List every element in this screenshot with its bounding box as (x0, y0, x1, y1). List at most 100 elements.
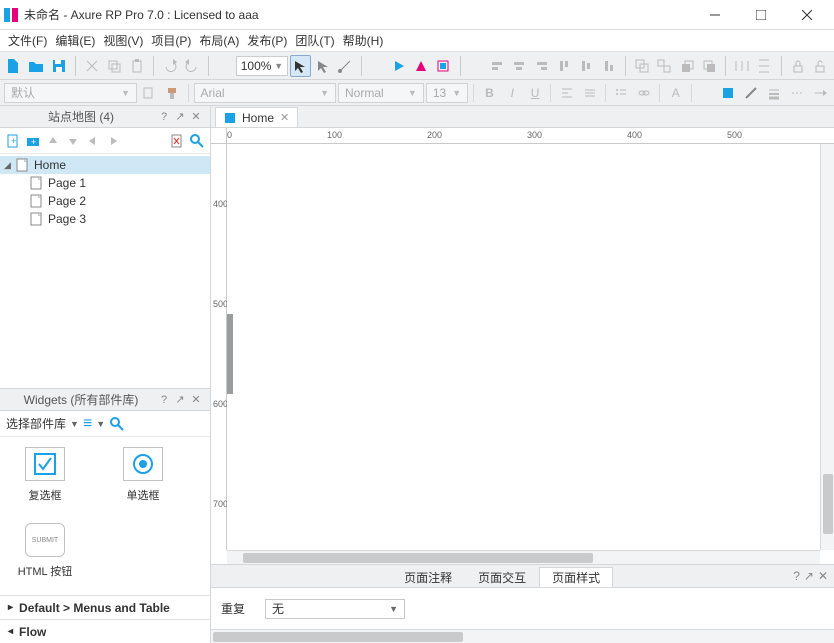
style-copy-button[interactable] (139, 82, 160, 104)
expand-icon[interactable]: ↗ (172, 109, 188, 125)
indent-button[interactable] (104, 132, 122, 150)
help-icon[interactable]: ? (793, 569, 800, 583)
scrollbar-thumb[interactable] (213, 632, 463, 642)
maximize-button[interactable] (738, 1, 784, 29)
widget-checkbox[interactable]: 复选框 (10, 447, 80, 503)
font-weight-combo[interactable]: Normal▼ (338, 83, 424, 103)
expand-icon[interactable]: ↗ (804, 569, 814, 583)
scrollbar-thumb[interactable] (243, 553, 593, 563)
format-painter-button[interactable] (162, 82, 183, 104)
menu-publish[interactable]: 发布(P) (243, 30, 291, 51)
panel-splitter[interactable] (227, 314, 233, 394)
close-panel-icon[interactable]: ✕ (188, 392, 204, 408)
align-left-button[interactable] (487, 55, 507, 77)
move-down-button[interactable] (64, 132, 82, 150)
ruler-horizontal[interactable]: 0 100 200 300 400 500 (227, 128, 834, 144)
scrollbar-thumb[interactable] (823, 474, 833, 534)
align-right-button[interactable] (532, 55, 552, 77)
tree-page-1[interactable]: Page 1 (0, 174, 210, 192)
align-top-button[interactable] (554, 55, 574, 77)
dropdown-icon[interactable]: ▼ (70, 419, 79, 429)
menu-project[interactable]: 项目(P) (147, 30, 195, 51)
paste-button[interactable] (126, 55, 146, 77)
menu-icon[interactable]: ≡ (83, 415, 92, 433)
scrollbar-horizontal[interactable] (227, 550, 820, 564)
italic-button[interactable]: I (502, 82, 523, 104)
scrollbar-vertical[interactable] (820, 144, 834, 550)
style-preset-combo[interactable]: 默认▼ (4, 83, 137, 103)
text-align-button[interactable] (556, 82, 577, 104)
tab-page-interactions[interactable]: 页面交互 (465, 567, 539, 587)
new-file-button[interactable] (4, 55, 24, 77)
preview-button[interactable] (389, 55, 409, 77)
tree-page-2[interactable]: Page 2 (0, 192, 210, 210)
close-tab-icon[interactable]: ✕ (280, 111, 289, 124)
redo-button[interactable] (182, 55, 202, 77)
distribute-h-button[interactable] (732, 55, 752, 77)
tree-home[interactable]: ◢ Home (0, 156, 210, 174)
vertical-align-button[interactable] (579, 82, 600, 104)
open-file-button[interactable] (26, 55, 46, 77)
bullets-button[interactable] (611, 82, 632, 104)
library-selector[interactable]: 选择部件库 (6, 415, 66, 432)
tab-home[interactable]: Home ✕ (215, 107, 298, 127)
save-button[interactable] (49, 55, 69, 77)
section-flow[interactable]: ◂Flow (0, 619, 210, 643)
help-icon[interactable]: ? (156, 109, 172, 125)
menu-help[interactable]: 帮助(H) (339, 30, 388, 51)
outdent-button[interactable] (84, 132, 102, 150)
dropdown-icon[interactable]: ▼ (96, 419, 105, 429)
canvas[interactable] (227, 144, 820, 550)
search-sitemap-button[interactable] (188, 132, 206, 150)
back-button[interactable] (699, 55, 719, 77)
ungroup-button[interactable] (654, 55, 674, 77)
line-button[interactable] (741, 82, 762, 104)
unlock-button[interactable] (810, 55, 830, 77)
link-button[interactable] (634, 82, 655, 104)
tree-page-3[interactable]: Page 3 (0, 210, 210, 228)
front-button[interactable] (676, 55, 696, 77)
align-center-button[interactable] (509, 55, 529, 77)
menu-edit[interactable]: 编辑(E) (51, 30, 99, 51)
menu-file[interactable]: 文件(F) (4, 30, 51, 51)
tab-page-style[interactable]: 页面样式 (539, 567, 613, 587)
align-bottom-button[interactable] (599, 55, 619, 77)
widget-html-button[interactable]: SUBMIT HTML 按钮 (10, 523, 80, 579)
connector-button[interactable] (335, 55, 355, 77)
copy-button[interactable] (104, 55, 124, 77)
ruler-vertical[interactable]: 400 500 600 700 (211, 144, 227, 550)
search-widgets-button[interactable] (109, 416, 125, 432)
add-folder-button[interactable]: + (24, 132, 42, 150)
fill-button[interactable] (718, 82, 739, 104)
align-middle-button[interactable] (576, 55, 596, 77)
group-button[interactable] (632, 55, 652, 77)
share-button[interactable] (411, 55, 431, 77)
select-contained-button[interactable] (313, 55, 333, 77)
publish-button[interactable] (433, 55, 453, 77)
line-width-button[interactable] (764, 82, 785, 104)
bold-button[interactable]: B (479, 82, 500, 104)
bottom-scrollbar[interactable] (211, 629, 834, 643)
zoom-combo[interactable]: 100%▼ (236, 56, 288, 76)
cut-button[interactable] (82, 55, 102, 77)
tab-page-notes[interactable]: 页面注释 (391, 567, 465, 587)
menu-layout[interactable]: 布局(A) (195, 30, 243, 51)
menu-team[interactable]: 团队(T) (291, 30, 338, 51)
menu-view[interactable]: 视图(V) (99, 30, 147, 51)
distribute-v-button[interactable] (754, 55, 774, 77)
font-size-combo[interactable]: 13▼ (426, 83, 468, 103)
font-combo[interactable]: Arial▼ (194, 83, 336, 103)
widget-radio[interactable]: 单选框 (108, 447, 178, 503)
help-icon[interactable]: ? (156, 392, 172, 408)
font-color-button[interactable]: A (665, 82, 686, 104)
close-panel-icon[interactable]: ✕ (188, 109, 204, 125)
section-menus-tables[interactable]: ▸Default > Menus and Table (0, 595, 210, 619)
minimize-button[interactable] (692, 1, 738, 29)
line-style-button[interactable] (786, 82, 807, 104)
move-up-button[interactable] (44, 132, 62, 150)
add-page-button[interactable]: + (4, 132, 22, 150)
undo-button[interactable] (160, 55, 180, 77)
repeat-select[interactable]: 无▼ (265, 599, 405, 619)
arrow-button[interactable] (809, 82, 830, 104)
underline-button[interactable]: U (525, 82, 546, 104)
